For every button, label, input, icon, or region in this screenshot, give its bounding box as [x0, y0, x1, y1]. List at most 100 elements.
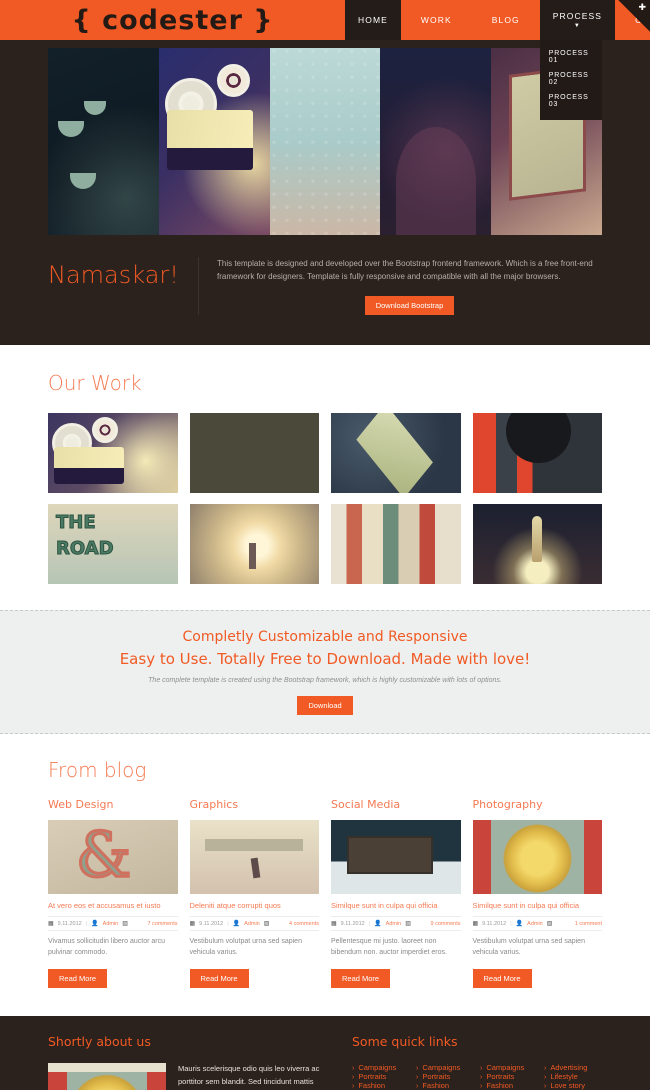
site-logo[interactable]: { codester } — [0, 0, 345, 40]
projector-base — [54, 468, 124, 485]
hero-slide-2[interactable] — [158, 48, 270, 235]
nav-item-home[interactable]: HOME — [345, 0, 401, 40]
blog-thumbnail[interactable] — [48, 819, 178, 894]
dropdown-item-process-02[interactable]: PROCESS 02 — [540, 68, 602, 90]
nav-label: PROCESS — [552, 11, 603, 21]
film-reel-small-icon — [216, 64, 250, 97]
read-more-button[interactable]: Read More — [472, 969, 532, 989]
comment-icon: ▧ — [122, 921, 128, 928]
calendar-icon: ▦ — [331, 921, 337, 928]
quick-link[interactable]: Campaigns — [416, 1063, 474, 1072]
work-item-rocket-launch[interactable] — [472, 504, 602, 585]
hero-slide-3[interactable] — [269, 48, 381, 235]
read-more-button[interactable]: Read More — [331, 969, 391, 989]
quick-links-grid: Campaigns Portraits Fashion Fine Art Cam… — [352, 1063, 602, 1090]
blog-author[interactable]: Admin — [527, 921, 543, 927]
meta-separator: | — [85, 920, 88, 927]
quick-link[interactable]: Portraits — [416, 1072, 474, 1081]
about-image — [48, 1063, 166, 1090]
blog-comments[interactable]: 4 comments — [289, 921, 319, 927]
blog-comments[interactable]: 7 comments — [148, 921, 178, 927]
work-item-nautical-essentials[interactable] — [189, 413, 319, 494]
blog-post-title[interactable]: At vero eos et accusamus et iusto — [48, 901, 178, 912]
blog-comments[interactable]: 9 comments — [431, 921, 461, 927]
blog-post-title[interactable]: Similque sunt in culpa qui officia — [331, 901, 461, 912]
work-item-book-stack[interactable] — [331, 504, 461, 585]
blog-meta: ▦ 9.11.2012 | 👤 Admin ▧ 9 comments — [331, 916, 461, 932]
blog-comments[interactable]: 1 comment — [575, 921, 602, 927]
download-bootstrap-button[interactable]: Download Bootstrap — [364, 296, 455, 316]
hero-paragraph: This template is designed and developed … — [217, 259, 593, 282]
blog-post: Photography Similque sunt in culpa qui o… — [472, 798, 603, 989]
page-root: { codester } HOME WORK BLOG PROCESS ▼ PR… — [0, 0, 650, 1090]
about-title: Shortly about us — [48, 1034, 151, 1050]
blog-thumbnail[interactable] — [331, 819, 461, 894]
quick-link[interactable]: Love story — [544, 1081, 602, 1090]
blog-author[interactable]: Admin — [386, 921, 402, 927]
quick-link[interactable]: Fashion — [416, 1081, 474, 1090]
nav-label: BLOG — [491, 15, 520, 25]
callout-line-1: Completly Customizable and Responsive — [182, 629, 468, 646]
process-dropdown-menu: PROCESS 01 PROCESS 02 PROCESS 03 — [539, 40, 602, 120]
blog-excerpt: Pellentesque mi justo. laoreet non biben… — [331, 938, 447, 957]
blog-category[interactable]: Social Media — [331, 798, 461, 811]
quick-link[interactable]: Advertising — [544, 1063, 602, 1072]
blog-post-title[interactable]: Deleniti atque corrupti quos — [190, 901, 320, 912]
dropdown-item-process-03[interactable]: PROCESS 03 — [540, 90, 602, 112]
quick-link[interactable]: Portraits — [352, 1072, 410, 1081]
work-grid — [48, 413, 602, 585]
plus-icon: ✚ — [638, 2, 646, 12]
nav-item-blog[interactable]: BLOG — [472, 0, 540, 40]
dropdown-item-process-01[interactable]: PROCESS 01 — [540, 46, 602, 68]
blog-grid: Web Design At vero eos et accusamus et i… — [48, 798, 602, 989]
blog-post: Graphics Deleniti atque corrupti quos ▦ … — [189, 798, 320, 989]
download-button[interactable]: Download — [297, 695, 353, 715]
blog-category[interactable]: Photography — [473, 798, 603, 811]
work-item-red-helmet[interactable] — [472, 413, 602, 494]
quick-link[interactable]: Portraits — [480, 1072, 538, 1081]
blog-excerpt: Vestibulum volutpat urna sed sapien vehi… — [472, 938, 585, 957]
work-item-film-projector[interactable] — [48, 413, 178, 494]
blog-thumbnail[interactable] — [189, 819, 319, 894]
hero-divider — [198, 257, 199, 316]
read-more-button[interactable]: Read More — [48, 969, 108, 989]
blog-category[interactable]: Graphics — [190, 798, 320, 811]
nav-item-work[interactable]: WORK — [401, 0, 472, 40]
blog-post: Web Design At vero eos et accusamus et i… — [48, 798, 178, 989]
work-item-walking-figure[interactable] — [189, 504, 319, 585]
links-col-3: Campaigns Portraits Fashion Fine Art — [480, 1063, 538, 1090]
comment-icon: ▧ — [546, 921, 553, 928]
quick-link[interactable]: Campaigns — [352, 1063, 410, 1072]
quick-link[interactable]: Campaigns — [480, 1063, 538, 1072]
blog-date: 9.11.2012 — [57, 920, 82, 927]
blog-excerpt: Vivamus sollicitudin libero auctor arcu … — [48, 938, 165, 957]
user-icon: 👤 — [91, 921, 99, 928]
blog-post-title[interactable]: Similque sunt in culpa qui officia — [473, 901, 603, 912]
read-more-button[interactable]: Read More — [189, 969, 249, 989]
comment-icon: ▧ — [405, 921, 411, 928]
chevron-down-icon: ▼ — [573, 23, 581, 29]
hero-slide-1[interactable] — [48, 48, 159, 235]
main-nav: HOME WORK BLOG PROCESS ▼ PROCESS 01 PROC… — [345, 0, 650, 120]
blog-category[interactable]: Web Design — [48, 798, 178, 811]
hero-slider[interactable] — [48, 48, 602, 235]
hero-slide-4[interactable] — [380, 48, 492, 235]
calendar-icon: ▦ — [48, 921, 54, 928]
nav-item-process[interactable]: PROCESS ▼ PROCESS 01 PROCESS 02 PROCESS … — [539, 0, 616, 120]
hero-copy: This template is designed and developed … — [217, 257, 602, 316]
blog-author[interactable]: Admin — [103, 921, 119, 927]
blog-thumbnail[interactable] — [472, 819, 602, 894]
from-blog-section: From blog Web Design At vero eos et accu… — [0, 733, 650, 1017]
callout-subtext: The complete template is created using t… — [148, 676, 502, 684]
quick-link[interactable]: Fashion — [352, 1081, 410, 1090]
comment-icon: ▧ — [263, 921, 270, 928]
work-item-circuit-board[interactable] — [331, 413, 461, 494]
quick-link[interactable]: Lifestyle — [544, 1072, 602, 1081]
meta-separator: | — [227, 920, 229, 927]
site-header: { codester } HOME WORK BLOG PROCESS ▼ PR… — [0, 0, 650, 120]
our-work-section: Our Work — [0, 345, 650, 611]
corner-ribbon[interactable]: ✚ — [618, 0, 650, 32]
quick-link[interactable]: Fashion — [480, 1081, 538, 1090]
blog-author[interactable]: Admin — [244, 921, 260, 927]
work-item-the-road-poster[interactable] — [48, 504, 178, 585]
